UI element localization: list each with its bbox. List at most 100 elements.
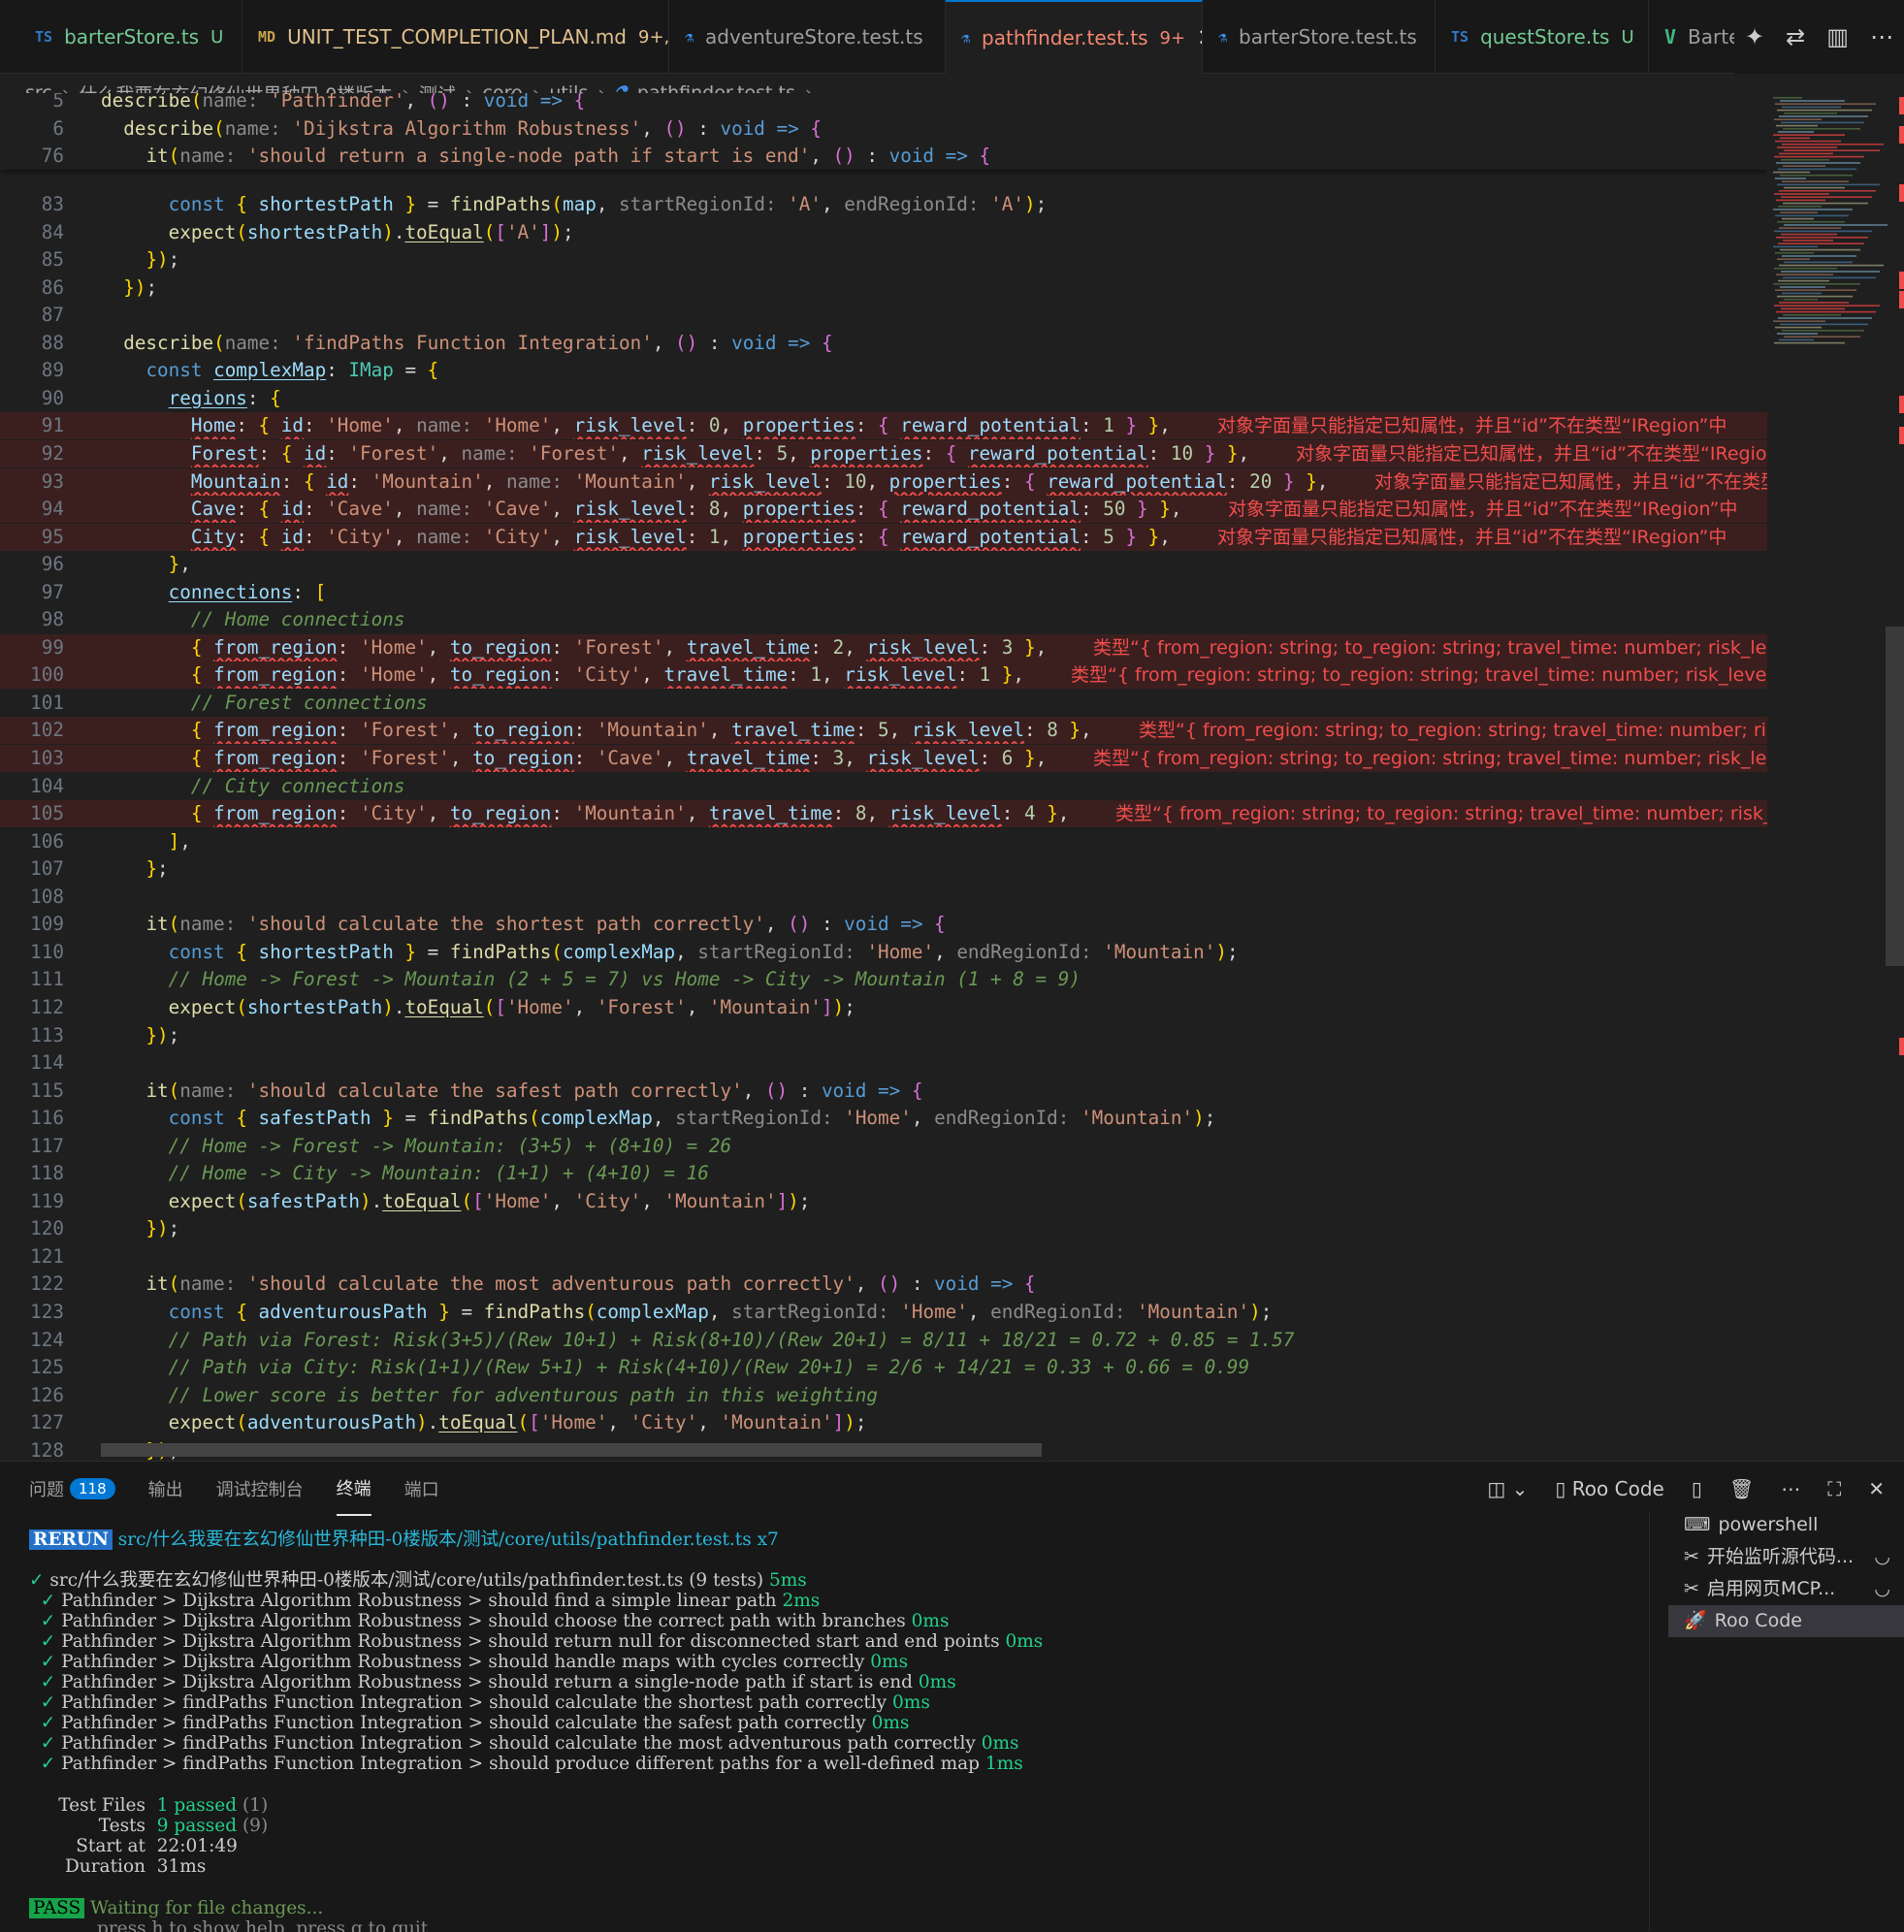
code-line[interactable]: 85 }); <box>0 246 1767 274</box>
code-text[interactable]: it(name: 'should return a single-node pa… <box>101 143 990 170</box>
code-text[interactable]: const complexMap: IMap = { <box>101 357 438 384</box>
code-text[interactable]: { from_region: 'Home', to_region: 'City'… <box>101 661 1024 689</box>
close-panel-icon[interactable]: ✕ <box>1868 1477 1885 1500</box>
editor-tab[interactable]: ⚗ barterStore.test.ts <box>1203 0 1436 74</box>
code-text[interactable]: }; <box>101 855 168 883</box>
code-text[interactable]: { from_region: 'Home', to_region: 'Fores… <box>101 634 1047 661</box>
code-line[interactable]: 107 }; <box>0 855 1767 883</box>
code-line[interactable]: 115 it(name: 'should calculate the safes… <box>0 1078 1767 1105</box>
code-line[interactable]: 96 }, <box>0 551 1767 578</box>
code-line[interactable]: 88 describe(name: 'findPaths Function In… <box>0 330 1767 357</box>
code-text[interactable]: }); <box>101 246 179 274</box>
code-line[interactable]: 113 }); <box>0 1022 1767 1049</box>
editor-tab[interactable]: TS barterStore.ts U <box>19 0 242 74</box>
code-line[interactable]: 97 connections: [ <box>0 579 1767 606</box>
code-line[interactable]: 90 regions: { <box>0 385 1767 412</box>
code-line[interactable]: 83 const { shortestPath } = findPaths(ma… <box>0 191 1767 218</box>
code-line[interactable]: 103 { from_region: 'Forest', to_region: … <box>0 745 1767 772</box>
code-text[interactable]: { from_region: 'City', to_region: 'Mount… <box>101 800 1070 827</box>
code-text[interactable]: // Home -> City -> Mountain: (1+1) + (4+… <box>101 1160 709 1187</box>
code-text[interactable]: const { shortestPath } = findPaths(map, … <box>101 191 1048 218</box>
terminal-item[interactable]: ✂ 启用网页MCP... ◡ <box>1668 1573 1904 1605</box>
code-editor[interactable]: 83 const { shortestPath } = findPaths(ma… <box>0 93 1767 1461</box>
code-text[interactable]: describe(name: 'Pathfinder', () : void =… <box>101 93 585 114</box>
code-text[interactable]: expect(safestPath).toEqual(['Home', 'Cit… <box>101 1188 811 1215</box>
code-line[interactable]: 101 // Forest connections <box>0 690 1767 717</box>
code-line[interactable]: 106 ], <box>0 828 1767 855</box>
code-line[interactable]: 114 <box>0 1049 1767 1077</box>
code-text[interactable]: it(name: 'should calculate the shortest … <box>101 911 945 938</box>
trash-icon[interactable]: 🗑 <box>1729 1477 1754 1500</box>
code-line[interactable]: 102 { from_region: 'Forest', to_region: … <box>0 717 1767 745</box>
code-line[interactable]: 89 const complexMap: IMap = { <box>0 357 1767 384</box>
code-line[interactable]: 87 <box>0 302 1767 329</box>
code-line[interactable]: 94 Cave: { id: 'Cave', name: 'Cave', ris… <box>0 496 1767 524</box>
editor-tab[interactable]: ⚗ adventureStore.test.ts <box>669 0 946 74</box>
code-text[interactable]: Cave: { id: 'Cave', name: 'Cave', risk_l… <box>101 496 1182 523</box>
code-line[interactable]: 93 Mountain: { id: 'Mountain', name: 'Mo… <box>0 467 1767 496</box>
code-line[interactable]: 6 describe(name: 'Dijkstra Algorithm Rob… <box>0 114 1767 143</box>
more-icon[interactable]: ⋯ <box>1781 1477 1800 1500</box>
split-terminal-icon[interactable]: ◫ ⌄ <box>1487 1477 1528 1500</box>
sparkle-icon[interactable]: ✦ <box>1745 23 1764 50</box>
code-line[interactable]: 110 const { shortestPath } = findPaths(c… <box>0 939 1767 966</box>
code-line[interactable]: 92 Forest: { id: 'Forest', name: 'Forest… <box>0 439 1767 467</box>
editor-tab[interactable]: MD UNIT_TEST_COMPLETION_PLAN.md 9+, U <box>242 0 669 74</box>
code-line[interactable]: 76 it(name: 'should return a single-node… <box>0 143 1767 171</box>
minimap[interactable] <box>1771 93 1888 403</box>
compare-icon[interactable]: ⇄ <box>1786 23 1805 50</box>
code-line[interactable]: 95 City: { id: 'City', name: 'City', ris… <box>0 523 1767 551</box>
code-line[interactable]: 120 }); <box>0 1215 1767 1242</box>
code-line[interactable]: 109 it(name: 'should calculate the short… <box>0 911 1767 938</box>
code-text[interactable]: Home: { id: 'Home', name: 'Home', risk_l… <box>101 412 1171 439</box>
panel-tab[interactable]: 输出 <box>148 1462 183 1516</box>
code-line[interactable]: 104 // City connections <box>0 773 1767 800</box>
code-line[interactable]: 112 expect(shortestPath).toEqual(['Home'… <box>0 994 1767 1021</box>
code-line[interactable]: 84 expect(shortestPath).toEqual(['A']); <box>0 219 1767 246</box>
code-line[interactable]: 105 { from_region: 'City', to_region: 'M… <box>0 800 1767 828</box>
code-text[interactable]: it(name: 'should calculate the most adve… <box>101 1271 1035 1298</box>
editor-tab[interactable]: ⚗pathfinder.test.ts9+✕ <box>946 0 1203 74</box>
code-text[interactable]: // Home -> Forest -> Mountain (2 + 5 = 7… <box>101 966 1081 993</box>
code-text[interactable]: City: { id: 'City', name: 'City', risk_l… <box>101 524 1171 551</box>
horizontal-scrollbar[interactable] <box>101 1443 1042 1457</box>
editor-tab[interactable]: TS questStore.ts U <box>1436 0 1649 74</box>
code-line[interactable]: 100 { from_region: 'Home', to_region: 'C… <box>0 661 1767 690</box>
code-text[interactable]: const { adventurousPath } = findPaths(co… <box>101 1299 1273 1326</box>
code-line[interactable]: 111 // Home -> Forest -> Mountain (2 + 5… <box>0 966 1767 993</box>
code-text[interactable]: expect(adventurousPath).toEqual(['Home',… <box>101 1409 867 1436</box>
code-text[interactable]: const { safestPath } = findPaths(complex… <box>101 1105 1216 1132</box>
vertical-scrollbar[interactable] <box>1886 627 1904 966</box>
code-text[interactable]: }); <box>101 1215 179 1242</box>
panel-tab[interactable]: 终端 <box>336 1462 371 1516</box>
code-line[interactable]: 125 // Path via City: Risk(1+1)/(Rew 5+1… <box>0 1354 1767 1381</box>
code-text[interactable]: connections: [ <box>101 579 327 606</box>
code-text[interactable]: // Lower score is better for adventurous… <box>101 1382 878 1409</box>
code-line[interactable]: 98 // Home connections <box>0 606 1767 633</box>
terminal-output[interactable]: RERUN src/什么我要在玄幻修仙世界种田-0楼版本/测试/core/uti… <box>29 1516 1639 1932</box>
code-text[interactable]: regions: { <box>101 385 281 412</box>
more-icon[interactable]: ⋯ <box>1870 23 1893 50</box>
panel-tab[interactable]: 问题 118 <box>29 1462 115 1516</box>
terminal-item[interactable]: ⌨ powershell <box>1668 1509 1904 1541</box>
panel-tab[interactable]: 调试控制台 <box>216 1462 304 1516</box>
code-text[interactable]: Mountain: { id: 'Mountain', name: 'Mount… <box>101 468 1329 496</box>
code-line[interactable]: 118 // Home -> City -> Mountain: (1+1) +… <box>0 1160 1767 1187</box>
code-text[interactable]: expect(shortestPath).toEqual(['A']); <box>101 219 574 246</box>
code-text[interactable]: { from_region: 'Forest', to_region: 'Mou… <box>101 717 1092 744</box>
code-text[interactable]: // Home -> Forest -> Mountain: (3+5) + (… <box>101 1133 731 1160</box>
code-line[interactable]: 127 expect(adventurousPath).toEqual(['Ho… <box>0 1409 1767 1436</box>
code-line[interactable]: 108 <box>0 884 1767 911</box>
code-line[interactable]: 5 describe(name: 'Pathfinder', () : void … <box>0 93 1767 114</box>
code-text[interactable]: // City connections <box>101 773 405 800</box>
code-line[interactable]: 124 // Path via Forest: Risk(3+5)/(Rew 1… <box>0 1327 1767 1354</box>
code-text[interactable]: // Home connections <box>101 606 405 633</box>
code-line[interactable]: 122 it(name: 'should calculate the most … <box>0 1271 1767 1298</box>
code-text[interactable]: // Path via Forest: Risk(3+5)/(Rew 10+1)… <box>101 1327 1295 1354</box>
code-line[interactable]: 121 <box>0 1243 1767 1271</box>
code-text[interactable]: Forest: { id: 'Forest', name: 'Forest', … <box>101 440 1249 467</box>
code-text[interactable]: // Forest connections <box>101 690 428 717</box>
terminal-item[interactable]: 🚀 Roo Code <box>1668 1605 1904 1637</box>
code-line[interactable]: 119 expect(safestPath).toEqual(['Home', … <box>0 1188 1767 1215</box>
code-line[interactable]: 123 const { adventurousPath } = findPath… <box>0 1299 1767 1326</box>
